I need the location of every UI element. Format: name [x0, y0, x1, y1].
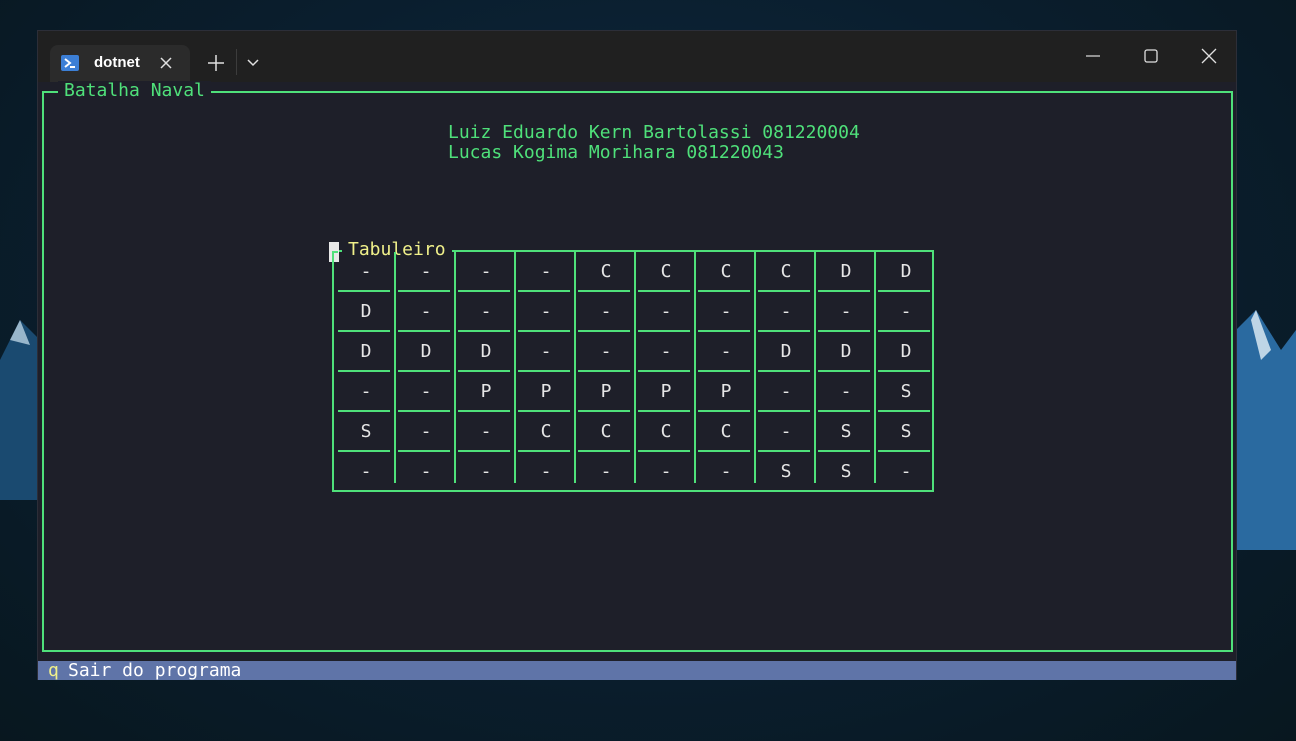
close-tab-icon[interactable] [158, 55, 174, 71]
board-cell[interactable]: S [336, 412, 396, 452]
board-cell[interactable]: P [516, 372, 576, 412]
board-cell[interactable]: - [336, 452, 396, 492]
status-label-quit[interactable]: Sair do programa [68, 661, 241, 681]
board-cell[interactable]: - [576, 452, 636, 492]
board-cell[interactable]: - [456, 252, 516, 292]
board-cell[interactable]: S [816, 412, 876, 452]
board-cell[interactable]: - [636, 292, 696, 332]
board-cell[interactable]: - [396, 452, 456, 492]
board-cell[interactable]: C [576, 252, 636, 292]
frame-title: Batalha Naval [58, 81, 211, 101]
board-cell[interactable]: - [456, 412, 516, 452]
board-cell[interactable]: - [816, 292, 876, 332]
close-window-icon[interactable] [1200, 47, 1218, 65]
board-cell[interactable]: - [576, 332, 636, 372]
terminal-area[interactable]: Batalha Naval Luiz Eduardo Kern Bartolas… [38, 81, 1236, 662]
board-cell[interactable]: - [456, 292, 516, 332]
tab-separator [236, 49, 237, 75]
board-cell[interactable]: - [756, 292, 816, 332]
board-cell[interactable]: S [876, 412, 936, 452]
board-cell[interactable]: - [756, 372, 816, 412]
board-cell[interactable]: C [696, 412, 756, 452]
board-cell[interactable]: - [576, 292, 636, 332]
board-cell[interactable]: - [396, 412, 456, 452]
status-key-quit[interactable]: q [48, 661, 59, 681]
board-cell[interactable]: P [636, 372, 696, 412]
board-cell[interactable]: - [516, 292, 576, 332]
board-cell[interactable]: - [696, 452, 756, 492]
board-cell[interactable]: C [636, 412, 696, 452]
board-cell[interactable]: - [636, 332, 696, 372]
status-bar: q Sair do programa [38, 661, 1236, 681]
board-cell[interactable]: - [876, 292, 936, 332]
board-cell[interactable]: D [816, 252, 876, 292]
board-cell[interactable]: C [696, 252, 756, 292]
author-line-2: Lucas Kogima Morihara 081220043 [448, 142, 784, 163]
board-cell[interactable]: - [456, 452, 516, 492]
author-line-1: Luiz Eduardo Kern Bartolassi 081220004 [448, 122, 860, 143]
board-cell[interactable]: P [696, 372, 756, 412]
board-cell[interactable]: D [396, 332, 456, 372]
board-grid: ----CCCCDDD---------DDD----DDD--PPPPP--S… [336, 252, 936, 492]
board-cell[interactable]: C [516, 412, 576, 452]
board-cell[interactable]: - [876, 452, 936, 492]
board-cell[interactable]: D [456, 332, 516, 372]
board-cell[interactable]: - [396, 372, 456, 412]
chevron-down-icon[interactable] [246, 55, 260, 69]
board-cell[interactable]: D [876, 332, 936, 372]
tab-dotnet[interactable]: dotnet [50, 45, 190, 82]
board-cell[interactable]: - [636, 452, 696, 492]
board-cell[interactable]: D [756, 332, 816, 372]
board-cell[interactable]: - [516, 332, 576, 372]
board-cell[interactable]: P [576, 372, 636, 412]
board-cell[interactable]: D [336, 292, 396, 332]
board-cell[interactable]: - [336, 252, 396, 292]
board-cell[interactable]: - [516, 252, 576, 292]
tab-title: dotnet [94, 54, 140, 71]
board-cell[interactable]: - [696, 332, 756, 372]
board-cell[interactable]: - [816, 372, 876, 412]
game-board: Tabuleiro ----CCCCDDD---------DDD----DDD… [329, 240, 936, 492]
powershell-icon [61, 55, 79, 71]
board-cell[interactable]: C [636, 252, 696, 292]
board-cell[interactable]: - [336, 372, 396, 412]
minimize-icon[interactable] [1084, 47, 1102, 65]
board-cell[interactable]: C [576, 412, 636, 452]
maximize-icon[interactable] [1142, 47, 1160, 65]
board-cell[interactable]: - [396, 292, 456, 332]
board-cell[interactable]: - [396, 252, 456, 292]
title-bar: dotnet [38, 31, 1236, 82]
board-cell[interactable]: P [456, 372, 516, 412]
board-cell[interactable]: S [756, 452, 816, 492]
board-cell[interactable]: S [876, 372, 936, 412]
board-cell[interactable]: - [696, 292, 756, 332]
board-cell[interactable]: D [816, 332, 876, 372]
board-cell[interactable]: S [816, 452, 876, 492]
board-cell[interactable]: - [516, 452, 576, 492]
new-tab-icon[interactable] [206, 53, 226, 73]
board-cell[interactable]: C [756, 252, 816, 292]
board-cell[interactable]: D [336, 332, 396, 372]
terminal-window: dotnet Batalha Naval Luiz Eduardo Kern B… [37, 30, 1237, 681]
board-cell[interactable]: D [876, 252, 936, 292]
board-cell[interactable]: - [756, 412, 816, 452]
